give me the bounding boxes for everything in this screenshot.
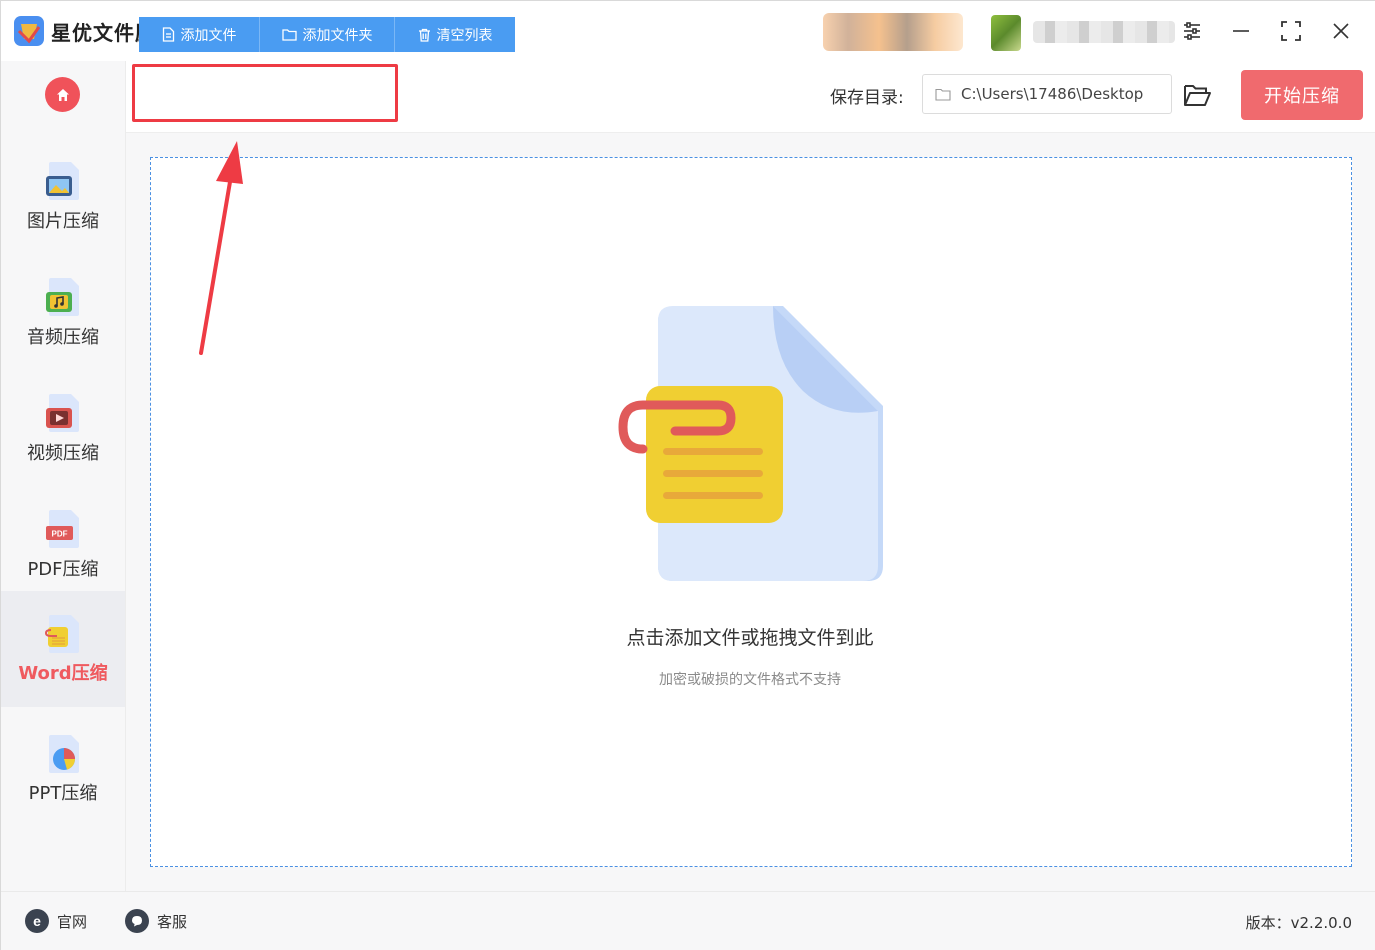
sidebar-item-label: 音频压缩: [27, 327, 99, 348]
sidebar: 图片压缩 音频压缩 视频压缩 PDF PDF压缩 Word压缩 PPT压缩: [1, 61, 126, 891]
app-window: 星优文件压缩器 图片压缩 音频压缩 视频压缩 PDF PDF压缩 Word压缩 …: [0, 0, 1375, 950]
settings-sliders-icon[interactable]: [1178, 17, 1206, 45]
app-logo-icon: [14, 16, 44, 46]
close-icon[interactable]: [1327, 17, 1355, 45]
footer: e 官网 客服 版本：v2.2.0.0: [1, 891, 1375, 950]
trash-icon: [418, 28, 430, 42]
add-file-label: 添加文件: [180, 27, 237, 44]
video-file-icon: [46, 394, 79, 432]
browser-e-icon: e: [25, 909, 49, 933]
save-directory-field[interactable]: C:\Users\17486\Desktop: [922, 74, 1172, 114]
support-label: 客服: [157, 912, 188, 931]
clear-list-label: 清空列表: [436, 27, 493, 44]
website-link[interactable]: e 官网: [25, 909, 87, 933]
account-name-blurred: [1033, 21, 1175, 43]
avatar[interactable]: [991, 15, 1021, 51]
highlight-annotation-box: [132, 64, 398, 122]
image-file-icon: [46, 162, 79, 200]
add-folder-label: 添加文件夹: [302, 27, 373, 44]
start-compress-button[interactable]: 开始压缩: [1241, 70, 1363, 120]
red-arrow-annotation: [199, 141, 243, 355]
user-info-blurred: [823, 13, 963, 51]
audio-file-icon: [46, 278, 79, 316]
svg-text:PDF: PDF: [52, 530, 68, 539]
website-label: 官网: [57, 912, 88, 931]
sidebar-item-image[interactable]: 图片压缩: [1, 145, 125, 261]
sidebar-item-label: 图片压缩: [27, 211, 99, 232]
pdf-file-icon: PDF: [46, 510, 79, 548]
support-link[interactable]: 客服: [125, 909, 187, 933]
sidebar-item-label: PPT压缩: [28, 783, 98, 804]
ppt-file-icon: [49, 735, 79, 773]
add-file-button[interactable]: 添加文件: [139, 17, 259, 52]
folder-icon: [281, 29, 297, 41]
sidebar-item-ppt[interactable]: PPT压缩: [1, 725, 125, 841]
drop-zone-title: 点击添加文件或拖拽文件到此: [626, 627, 874, 649]
document-clip-illustration: [618, 306, 883, 581]
svg-text:e: e: [33, 913, 41, 929]
drop-zone-subtitle: 加密或破损的文件格式不支持: [659, 672, 841, 688]
save-directory-value: C:\Users\17486\Desktop: [961, 85, 1144, 103]
home-button[interactable]: [45, 77, 80, 112]
maximize-icon[interactable]: [1277, 17, 1305, 45]
save-directory-label: 保存目录:: [830, 88, 904, 108]
minimize-icon[interactable]: [1227, 17, 1255, 45]
sidebar-item-audio[interactable]: 音频压缩: [1, 261, 125, 377]
clear-list-button[interactable]: 清空列表: [395, 17, 515, 52]
add-folder-button[interactable]: 添加文件夹: [260, 17, 394, 52]
folder-open-icon[interactable]: [1182, 81, 1212, 109]
file-icon: [162, 27, 174, 42]
version-label: 版本：v2.2.0.0: [1245, 914, 1352, 932]
sidebar-item-label: 视频压缩: [27, 443, 99, 464]
chat-bubble-icon: [125, 909, 149, 933]
sidebar-item-video[interactable]: 视频压缩: [1, 377, 125, 493]
folder-icon: [935, 88, 951, 101]
sidebar-item-label: PDF压缩: [27, 559, 99, 580]
home-icon: [56, 88, 69, 101]
